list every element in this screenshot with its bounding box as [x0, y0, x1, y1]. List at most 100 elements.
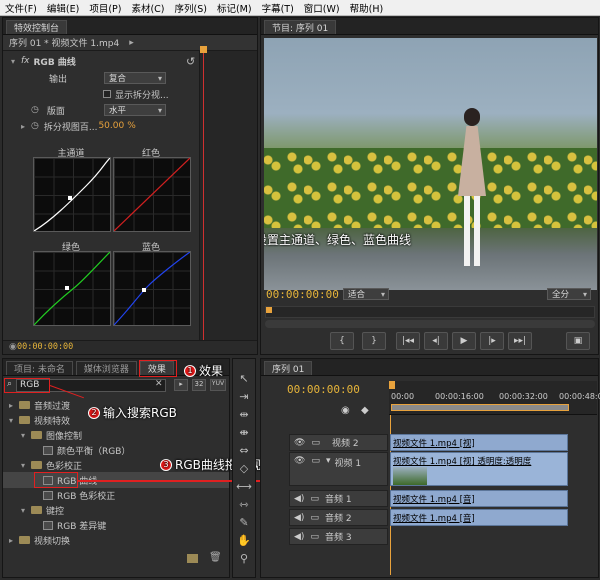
- split-percent-value[interactable]: 50.00: [98, 121, 124, 131]
- expand-icon[interactable]: ▾: [11, 57, 21, 66]
- monitor-playhead-icon[interactable]: [266, 307, 272, 313]
- red-curve: [114, 158, 190, 231]
- playhead-marker[interactable]: [200, 46, 207, 53]
- clear-search-icon[interactable]: ✕: [155, 379, 163, 389]
- speaker-icon[interactable]: ◀): [294, 513, 304, 523]
- tree-item-video-transitions[interactable]: ▸ 视频切换: [9, 532, 70, 548]
- export-frame-button[interactable]: ▣: [566, 332, 590, 350]
- work-area-bar[interactable]: [391, 404, 569, 411]
- speaker-icon[interactable]: ◀): [294, 494, 304, 504]
- mark-in-button[interactable]: {: [330, 332, 354, 350]
- menu-help[interactable]: 帮助(H): [345, 1, 389, 15]
- accelerated-icon[interactable]: ▸: [174, 379, 188, 391]
- output-dropdown[interactable]: 复合: [104, 72, 166, 84]
- step-forward-button[interactable]: |▸: [480, 332, 504, 350]
- menu-clip[interactable]: 素材(C): [126, 1, 169, 15]
- clip-audio-1[interactable]: 视频文件 1.mp4 [音]: [390, 490, 568, 507]
- track-header-audio-1[interactable]: ◀) ▭ 音频 1: [289, 490, 388, 507]
- layout-dropdown[interactable]: 水平: [104, 104, 166, 116]
- collapse-icon[interactable]: ▸: [129, 38, 134, 48]
- effect-controls-timecode[interactable]: 00:00:00:00: [17, 342, 73, 352]
- stopwatch-icon[interactable]: ◷: [31, 121, 39, 131]
- effects-tab-highlight: [139, 360, 177, 377]
- menu-marker[interactable]: 标记(M): [212, 1, 257, 15]
- ripple-edit-tool-icon[interactable]: ⇹: [235, 405, 253, 423]
- delete-icon[interactable]: 🗑: [209, 552, 222, 563]
- monitor-scroll[interactable]: [265, 320, 595, 328]
- tree-item-audio-transitions[interactable]: ▸ 音频过渡: [9, 397, 70, 413]
- effect-icon: [43, 520, 53, 530]
- menu-window[interactable]: 窗口(W): [299, 1, 345, 15]
- track-select-tool-icon[interactable]: ⇥: [235, 387, 253, 405]
- go-to-out-button[interactable]: ▸▸|: [508, 332, 532, 350]
- tab-project[interactable]: 项目: 未命名: [6, 361, 73, 375]
- play-button[interactable]: ▶: [452, 332, 476, 350]
- step-back-button[interactable]: ◂|: [424, 332, 448, 350]
- rolling-edit-tool-icon[interactable]: ⇼: [235, 423, 253, 441]
- eye-icon[interactable]: 👁: [294, 438, 305, 448]
- fit-dropdown[interactable]: 适合: [343, 288, 389, 300]
- stopwatch-icon[interactable]: ◷: [31, 105, 39, 115]
- tree-item-color-balance-rgb[interactable]: 颜色平衡（RGB）: [43, 442, 130, 458]
- razor-tool-icon[interactable]: ◇: [235, 459, 253, 477]
- blue-curve-graph[interactable]: [113, 251, 191, 326]
- slide-tool-icon[interactable]: ⇿: [235, 495, 253, 513]
- tree-item-image-control[interactable]: ▾ 图像控制: [21, 427, 82, 443]
- snap-icon[interactable]: ◉: [341, 405, 350, 416]
- red-curve-graph[interactable]: [113, 157, 191, 232]
- eye-icon[interactable]: 👁: [294, 456, 305, 466]
- reset-icon[interactable]: ↺: [186, 55, 195, 68]
- tree-item-video-effects[interactable]: ▾ 视频特效: [9, 412, 70, 428]
- menu-edit[interactable]: 编辑(E): [42, 1, 84, 15]
- quality-dropdown[interactable]: 全分: [547, 288, 591, 300]
- speaker-icon[interactable]: ◀): [294, 532, 304, 542]
- expand-icon[interactable]: ▾: [326, 456, 331, 466]
- clip-video-2[interactable]: 视频文件 1.mp4 [视]: [390, 434, 568, 451]
- show-split-checkbox[interactable]: [103, 90, 111, 98]
- tab-sequence[interactable]: 序列 01: [264, 361, 313, 375]
- hand-tool-icon[interactable]: ✋: [235, 531, 253, 549]
- green-curve-graph[interactable]: [33, 251, 111, 326]
- program-timecode[interactable]: 00:00:00:00: [266, 288, 339, 301]
- playhead-line[interactable]: [203, 46, 204, 351]
- master-curve-graph[interactable]: [33, 157, 111, 232]
- new-bin-icon[interactable]: [187, 554, 198, 563]
- menu-title[interactable]: 字幕(T): [257, 1, 299, 15]
- fx-icon[interactable]: fx: [21, 56, 30, 66]
- monitor-timebar[interactable]: [265, 306, 595, 318]
- folder-icon: [19, 401, 30, 409]
- rate-stretch-tool-icon[interactable]: ⇔: [235, 441, 253, 459]
- track-header-video-2[interactable]: 👁 ▭ 视频 2: [289, 434, 388, 451]
- menu-sequence[interactable]: 序列(S): [170, 1, 212, 15]
- go-to-in-button[interactable]: |◂◂: [396, 332, 420, 350]
- video-frame[interactable]: 4 拖动设置主通道、绿色、蓝色曲线: [264, 38, 597, 290]
- add-marker-icon[interactable]: ◆: [361, 405, 369, 416]
- track-header-video-1[interactable]: 👁 ▭ ▾ 视频 1: [289, 452, 388, 486]
- clip-video-1[interactable]: 视频文件 1.mp4 [视] 透明度:透明度: [390, 452, 568, 486]
- 32bit-button[interactable]: 32: [192, 379, 206, 391]
- tab-program-monitor[interactable]: 节目: 序列 01: [264, 20, 337, 34]
- zoom-tool-icon[interactable]: ⚲: [235, 549, 253, 567]
- pen-tool-icon[interactable]: ✎: [235, 513, 253, 531]
- timeline-playhead-icon[interactable]: [389, 381, 395, 389]
- mini-timeline[interactable]: [199, 51, 257, 351]
- expand-icon[interactable]: ▸: [21, 122, 31, 131]
- tree-item-color-correction[interactable]: ▾ 色彩校正: [21, 457, 82, 473]
- tree-item-rgb-difference-key[interactable]: RGB 差异键: [43, 517, 106, 533]
- person-figure: [452, 108, 492, 278]
- tree-item-rgb-color-corrector[interactable]: RGB 色彩校正: [43, 487, 115, 503]
- mark-out-button[interactable]: }: [362, 332, 386, 350]
- track-header-audio-2[interactable]: ◀) ▭ 音频 2: [289, 509, 388, 526]
- yuv-button[interactable]: YUV: [210, 379, 226, 391]
- tab-effect-controls[interactable]: 特效控制台: [6, 20, 68, 34]
- slip-tool-icon[interactable]: ⟷: [235, 477, 253, 495]
- menu-project[interactable]: 项目(P): [84, 1, 126, 15]
- menu-file[interactable]: 文件(F): [0, 1, 42, 15]
- clip-audio-2[interactable]: 视频文件 1.mp4 [音]: [390, 509, 568, 526]
- tree-item-keying[interactable]: ▾ 键控: [21, 502, 64, 518]
- tab-media-browser[interactable]: 媒体浏览器: [75, 361, 137, 375]
- selection-tool-icon[interactable]: ↖: [235, 369, 253, 387]
- track-header-audio-3[interactable]: ◀) ▭ 音频 3: [289, 528, 388, 545]
- timeline-ruler[interactable]: 00:00 00:00:16:00 00:00:32:00 00:00:48:0…: [389, 381, 600, 415]
- timeline-timecode[interactable]: 00:00:00:00: [287, 383, 360, 396]
